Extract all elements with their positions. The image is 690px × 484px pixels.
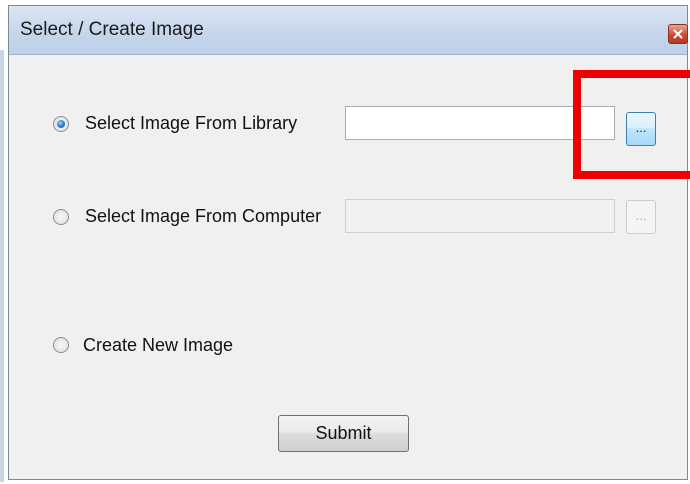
window-frame-edge — [0, 50, 4, 482]
title-bar[interactable]: Select / Create Image — [9, 6, 688, 55]
close-button[interactable] — [668, 24, 688, 44]
computer-radio-label[interactable]: Select Image From Computer — [85, 206, 321, 227]
computer-browse-button: ... — [626, 200, 656, 234]
highlight-annotation-box — [573, 70, 690, 179]
create-new-radio[interactable] — [53, 337, 69, 353]
create-new-radio-label[interactable]: Create New Image — [83, 335, 233, 356]
submit-button[interactable]: Submit — [278, 415, 409, 452]
library-radio[interactable] — [53, 116, 69, 132]
window-title: Select / Create Image — [20, 19, 204, 40]
computer-path-input — [345, 199, 615, 233]
computer-radio[interactable] — [53, 209, 69, 225]
close-icon — [673, 29, 683, 39]
library-radio-label[interactable]: Select Image From Library — [85, 113, 297, 134]
